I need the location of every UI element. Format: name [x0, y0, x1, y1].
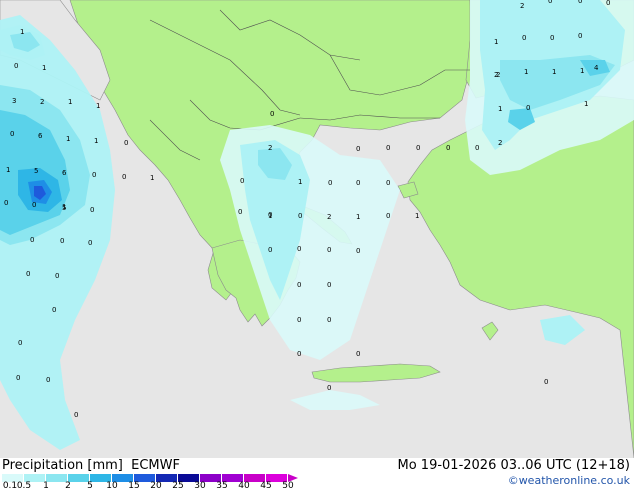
precip-value: 0: [544, 378, 548, 386]
precip-value: 0: [328, 179, 332, 187]
precip-value: 1: [96, 102, 100, 110]
precip-value: 0: [26, 270, 30, 278]
precip-value: 0: [475, 144, 479, 152]
precip-value: 2: [520, 2, 524, 10]
precip-value: 0: [386, 212, 390, 220]
valid-time: Mo 19-01-2026 03..06 UTC (12+18): [397, 458, 631, 473]
precip-value: 0: [356, 350, 360, 358]
precip-value: 0: [92, 171, 96, 179]
precip-value: 0: [522, 34, 526, 42]
credit-link[interactable]: ©weatheronline.co.uk: [508, 474, 630, 487]
precip-value: 1: [6, 166, 10, 174]
precip-value: 2: [40, 98, 44, 106]
product-title: Precipitation [mm] ECMWF: [2, 458, 180, 473]
precip-value: 1: [268, 212, 272, 220]
precip-value: 6: [38, 132, 43, 140]
precip-value: 0: [386, 144, 390, 152]
precip-value: 0: [238, 208, 242, 216]
precip-value: 1: [150, 174, 154, 182]
precip-value: 0: [122, 173, 126, 181]
precip-value: 0: [74, 411, 78, 419]
precip-value: 0: [327, 281, 331, 289]
precip-value: 5: [34, 167, 38, 175]
precip-value: 1: [580, 67, 584, 75]
precip-value: 0: [548, 0, 552, 5]
precip-value: 1: [66, 135, 70, 143]
precip-value: 1: [298, 178, 302, 186]
precip-value: 0: [240, 177, 244, 185]
precip-value: 1: [415, 212, 419, 220]
precip-value: 0: [578, 0, 582, 5]
precip-value: 1: [498, 105, 502, 113]
precip-value: 0: [327, 246, 331, 254]
precip-value: 0: [268, 246, 272, 254]
precip-value: 0: [606, 0, 610, 7]
precip-value: 0: [356, 179, 360, 187]
precip-value: 0: [578, 32, 582, 40]
precip-value: 0: [30, 236, 34, 244]
precip-value: 4: [594, 64, 599, 72]
map-canvas: 1 0 1 3 2 1 1 0 6 1 1 0 1 5 6 0 0 1 0 0 …: [0, 0, 634, 459]
precip-value: 2: [496, 71, 500, 79]
precip-value: 0: [16, 374, 20, 382]
precip-value: 0: [297, 281, 301, 289]
legend-ticks: 0.1 0.5 1 2 5 10 15 20 25 30 35 40 45 50: [0, 481, 340, 491]
precip-value: 1: [524, 68, 528, 76]
precip-value: 1: [68, 98, 72, 106]
precip-value: 5: [62, 204, 66, 212]
precip-value: 0: [297, 245, 301, 253]
precip-value: 3: [12, 97, 16, 105]
precipitation-map: 1 0 1 3 2 1 1 0 6 1 1 0 1 5 6 0 0 1 0 0 …: [0, 0, 634, 459]
precip-value: 0: [18, 339, 22, 347]
precip-value: 0: [88, 239, 92, 247]
precip-value: 0: [46, 376, 50, 384]
precip-value: 0: [356, 145, 360, 153]
precip-value: 1: [20, 28, 24, 36]
precip-value: 6: [62, 169, 67, 177]
precip-value: 2: [268, 144, 272, 152]
precip-value: 1: [42, 64, 46, 72]
precip-value: 0: [550, 34, 554, 42]
precip-value: 0: [327, 316, 331, 324]
precip-value: 1: [356, 213, 360, 221]
map-footer: Precipitation [mm] ECMWF Mo 19-01-2026 0…: [0, 458, 634, 491]
precip-value: 0: [270, 110, 274, 118]
precip-value: 1: [494, 38, 498, 46]
precip-value: 0: [52, 306, 56, 314]
precip-value: 0: [60, 237, 64, 245]
precip-value: 0: [298, 212, 302, 220]
precip-value: 0: [327, 384, 331, 392]
precip-value: 0: [416, 144, 420, 152]
precip-value: 0: [356, 247, 360, 255]
precip-value: 0: [386, 179, 390, 187]
precip-value: 0: [90, 206, 94, 214]
precip-value: 0: [297, 350, 301, 358]
precip-value: 0: [55, 272, 59, 280]
precip-value: 0: [124, 139, 128, 147]
precip-value: 0: [4, 199, 8, 207]
precip-value: 0: [297, 316, 301, 324]
precip-value: 0: [14, 62, 18, 70]
precip-value: 2: [498, 139, 502, 147]
precip-value: 1: [94, 137, 98, 145]
precip-value: 1: [552, 68, 556, 76]
precip-value: 0: [446, 144, 450, 152]
precip-value: 0: [526, 104, 530, 112]
precip-value: 0: [10, 130, 14, 138]
precip-value: 0: [32, 201, 36, 209]
precip-value: 2: [327, 213, 331, 221]
precip-value: 1: [584, 100, 588, 108]
